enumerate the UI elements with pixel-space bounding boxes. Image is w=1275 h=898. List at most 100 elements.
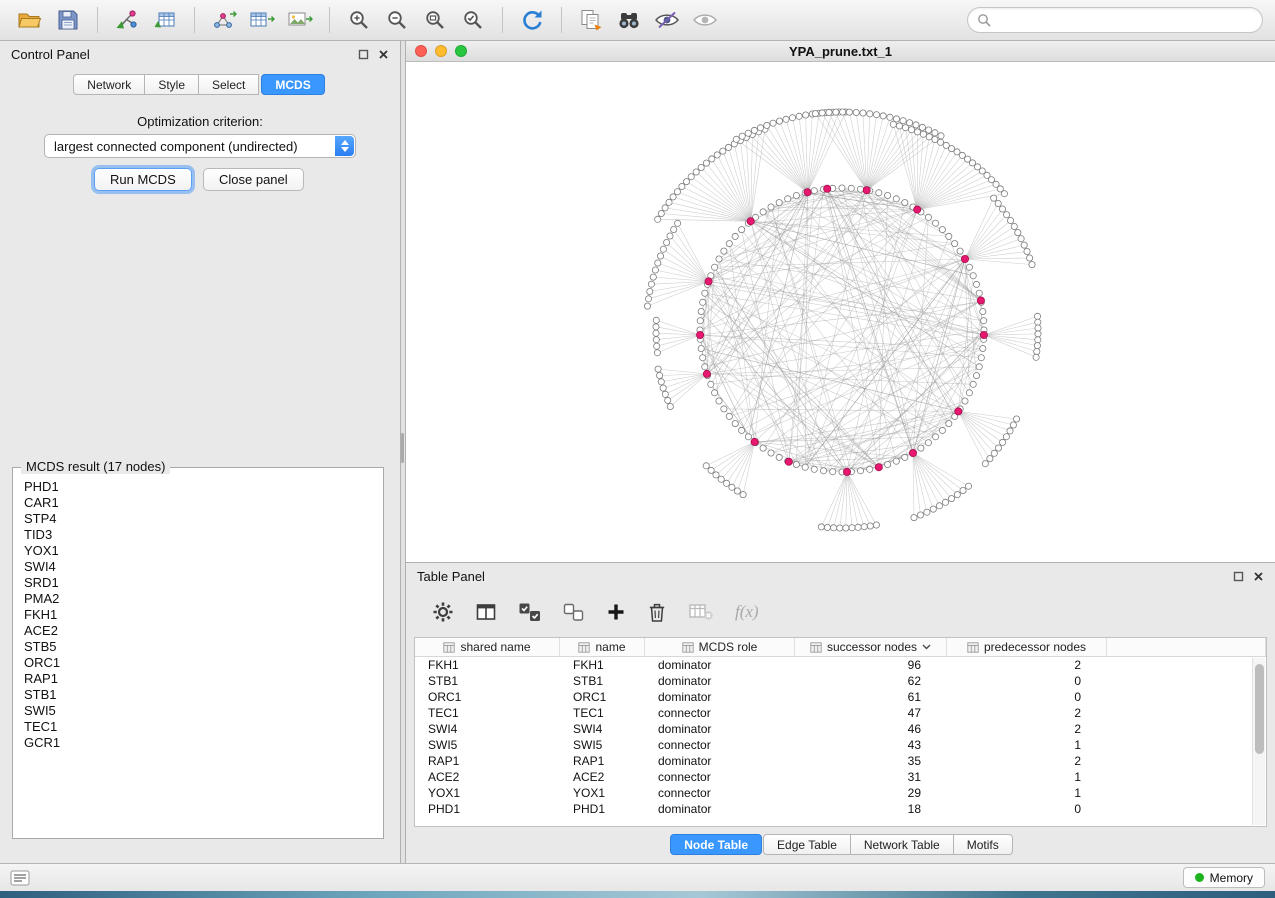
table-cell[interactable]: dominator [645, 674, 795, 688]
table-cell[interactable]: 1 [947, 770, 1107, 784]
optimization-criterion-select[interactable]: largest connected component (undirected) [44, 134, 356, 158]
mcds-node-item[interactable]: SWI4 [15, 559, 381, 575]
mcds-node-item[interactable]: ORC1 [15, 655, 381, 671]
select-all-button[interactable] [518, 602, 542, 623]
table-cell[interactable]: dominator [645, 690, 795, 704]
export-image-button[interactable] [282, 4, 318, 36]
zoom-out-button[interactable] [379, 4, 415, 36]
table-row[interactable]: SWI4SWI4dominator462 [415, 721, 1266, 737]
mcds-node-item[interactable]: STP4 [15, 511, 381, 527]
import-network-button[interactable] [109, 4, 145, 36]
refresh-layout-button[interactable] [514, 4, 550, 36]
column-header[interactable]: predecessor nodes [947, 638, 1107, 656]
table-cell[interactable]: TEC1 [560, 706, 645, 720]
mcds-node-item[interactable]: ACE2 [15, 623, 381, 639]
panel-menu-button[interactable] [10, 870, 30, 886]
tab-network-table[interactable]: Network Table [850, 834, 954, 855]
table-cell[interactable]: 62 [795, 674, 947, 688]
table-cell[interactable]: 0 [947, 674, 1107, 688]
mcds-node-item[interactable]: TID3 [15, 527, 381, 543]
mcds-node-item[interactable]: TEC1 [15, 719, 381, 735]
table-cell[interactable]: YOX1 [415, 786, 560, 800]
tab-node-table[interactable]: Node Table [670, 834, 762, 855]
column-header[interactable]: MCDS role [645, 638, 795, 656]
table-row[interactable]: SWI5SWI5connector431 [415, 737, 1266, 753]
table-cell[interactable]: SWI5 [560, 738, 645, 752]
hide-selection-button[interactable] [649, 4, 685, 36]
close-panel-button[interactable]: Close panel [203, 168, 304, 191]
table-row[interactable]: YOX1YOX1connector291 [415, 785, 1266, 801]
table-cell[interactable]: 96 [795, 658, 947, 672]
table-cell[interactable]: 46 [795, 722, 947, 736]
add-column-button[interactable] [606, 602, 626, 622]
zoom-in-button[interactable] [341, 4, 377, 36]
table-cell[interactable]: ACE2 [415, 770, 560, 784]
mcds-node-item[interactable]: STB5 [15, 639, 381, 655]
tab-motifs[interactable]: Motifs [953, 834, 1013, 855]
run-mcds-button[interactable]: Run MCDS [94, 168, 192, 191]
deselect-all-button[interactable] [563, 603, 585, 622]
table-row[interactable]: RAP1RAP1dominator352 [415, 753, 1266, 769]
zoom-selected-button[interactable] [455, 4, 491, 36]
close-traffic-light-icon[interactable] [415, 45, 427, 57]
table-cell[interactable]: 2 [947, 754, 1107, 768]
table-cell[interactable]: dominator [645, 658, 795, 672]
table-cell[interactable]: 61 [795, 690, 947, 704]
table-cell[interactable]: TEC1 [415, 706, 560, 720]
table-scrollbar-thumb[interactable] [1255, 664, 1264, 754]
table-cell[interactable]: 43 [795, 738, 947, 752]
table-cell[interactable]: connector [645, 786, 795, 800]
table-row[interactable]: TEC1TEC1connector472 [415, 705, 1266, 721]
mcds-node-item[interactable]: SRD1 [15, 575, 381, 591]
table-cell[interactable]: PHD1 [560, 802, 645, 816]
table-cell[interactable]: 18 [795, 802, 947, 816]
float-panel-button[interactable] [358, 49, 369, 60]
zoom-fit-button[interactable] [417, 4, 453, 36]
table-cell[interactable]: YOX1 [560, 786, 645, 800]
table-cell[interactable]: dominator [645, 722, 795, 736]
node-table[interactable]: shared namenameMCDS rolesuccessor nodesp… [414, 637, 1267, 827]
table-row[interactable]: ORC1ORC1dominator610 [415, 689, 1266, 705]
export-network-button[interactable] [206, 4, 242, 36]
table-cell[interactable]: FKH1 [560, 658, 645, 672]
tab-edge-table[interactable]: Edge Table [763, 834, 851, 855]
import-table-button[interactable] [147, 4, 183, 36]
search-field[interactable] [967, 7, 1263, 33]
mcds-node-item[interactable]: FKH1 [15, 607, 381, 623]
close-control-panel-button[interactable] [378, 49, 389, 60]
table-cell[interactable]: 2 [947, 722, 1107, 736]
table-settings-button[interactable] [432, 601, 454, 623]
table-cell[interactable]: 1 [947, 738, 1107, 752]
maximize-traffic-light-icon[interactable] [455, 45, 467, 57]
table-cell[interactable]: 47 [795, 706, 947, 720]
table-cell[interactable]: SWI4 [560, 722, 645, 736]
minimize-traffic-light-icon[interactable] [435, 45, 447, 57]
mcds-node-item[interactable]: RAP1 [15, 671, 381, 687]
table-scrollbar[interactable] [1252, 658, 1265, 825]
open-session-button[interactable] [12, 4, 48, 36]
table-cell[interactable]: SWI5 [415, 738, 560, 752]
table-cell[interactable]: STB1 [415, 674, 560, 688]
table-row[interactable]: FKH1FKH1dominator962 [415, 657, 1266, 673]
mcds-node-item[interactable]: PMA2 [15, 591, 381, 607]
table-cell[interactable]: ORC1 [560, 690, 645, 704]
table-cell[interactable]: ORC1 [415, 690, 560, 704]
table-cell[interactable]: ACE2 [560, 770, 645, 784]
save-session-button[interactable] [50, 4, 86, 36]
table-cell[interactable]: 29 [795, 786, 947, 800]
table-cell[interactable]: PHD1 [415, 802, 560, 816]
show-selection-button[interactable] [687, 4, 723, 36]
table-cell[interactable]: 2 [947, 658, 1107, 672]
close-table-panel-button[interactable] [1253, 571, 1264, 582]
table-cell[interactable]: 31 [795, 770, 947, 784]
table-cell[interactable]: SWI4 [415, 722, 560, 736]
float-table-panel-button[interactable] [1233, 571, 1244, 582]
table-row[interactable]: STB1STB1dominator620 [415, 673, 1266, 689]
mcds-node-item[interactable]: STB1 [15, 687, 381, 703]
search-input[interactable] [996, 13, 1253, 28]
find-button[interactable] [611, 4, 647, 36]
table-cell[interactable]: FKH1 [415, 658, 560, 672]
show-column-button[interactable] [475, 602, 497, 622]
export-table-button[interactable] [244, 4, 280, 36]
column-header[interactable]: shared name [415, 638, 560, 656]
